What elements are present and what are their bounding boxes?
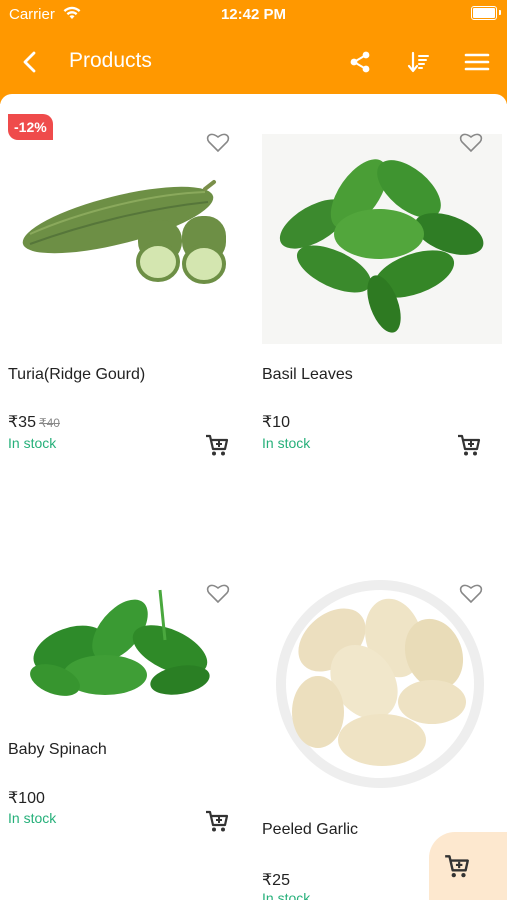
stock-status: In stock <box>262 435 311 451</box>
product-name[interactable]: Basil Leaves <box>262 366 353 384</box>
product-name[interactable]: Peeled Garlic <box>262 821 358 839</box>
product-image[interactable] <box>254 578 504 788</box>
product-price: ₹100 <box>8 790 45 807</box>
status-bar: Carrier 12:42 PM <box>0 0 507 30</box>
cart-fab[interactable] <box>429 832 507 900</box>
discount-badge: -12% <box>8 114 53 140</box>
status-time: 12:42 PM <box>220 6 287 23</box>
product-price: ₹35 ₹40 <box>8 412 60 432</box>
heart-icon[interactable] <box>206 582 230 604</box>
battery-tip <box>499 10 501 15</box>
stock-status: In stock <box>8 435 57 451</box>
back-arrow-icon[interactable] <box>14 46 46 78</box>
product-grid: -12% Turia(Ridge Gourd) ₹35₹40 In stock <box>0 94 507 900</box>
product-image[interactable] <box>0 164 250 304</box>
menu-icon[interactable] <box>461 46 493 78</box>
heart-icon[interactable] <box>459 582 483 604</box>
product-card[interactable]: -12% Turia(Ridge Gourd) ₹35 ₹40 In stock <box>0 94 250 474</box>
product-image[interactable] <box>254 134 504 344</box>
original-price: ₹40 <box>38 416 60 430</box>
heart-icon[interactable] <box>206 131 230 153</box>
stock-status: In stock <box>262 890 311 900</box>
navigation-bar: Products <box>0 38 507 84</box>
heart-icon[interactable] <box>459 131 483 153</box>
add-to-cart-icon[interactable] <box>204 432 230 458</box>
app-header: Carrier 12:42 PM Products <box>0 0 507 104</box>
add-to-cart-icon[interactable] <box>456 432 482 458</box>
sale-price: ₹35 <box>8 414 36 431</box>
product-card[interactable]: Baby Spinach ₹100 In stock <box>0 564 250 854</box>
stock-status: In stock <box>8 810 57 826</box>
sort-icon[interactable] <box>402 46 434 78</box>
product-card[interactable]: Basil Leaves ₹10 In stock <box>254 94 504 474</box>
product-price: ₹10 <box>262 414 290 431</box>
cart-icon[interactable] <box>443 852 471 880</box>
add-to-cart-icon[interactable] <box>204 808 230 834</box>
battery-icon <box>471 6 497 20</box>
page-title: Products <box>69 49 152 72</box>
share-icon[interactable] <box>344 46 376 78</box>
product-name[interactable]: Turia(Ridge Gourd) <box>8 366 145 384</box>
product-price: ₹25 <box>262 872 290 889</box>
product-name[interactable]: Baby Spinach <box>8 741 107 759</box>
